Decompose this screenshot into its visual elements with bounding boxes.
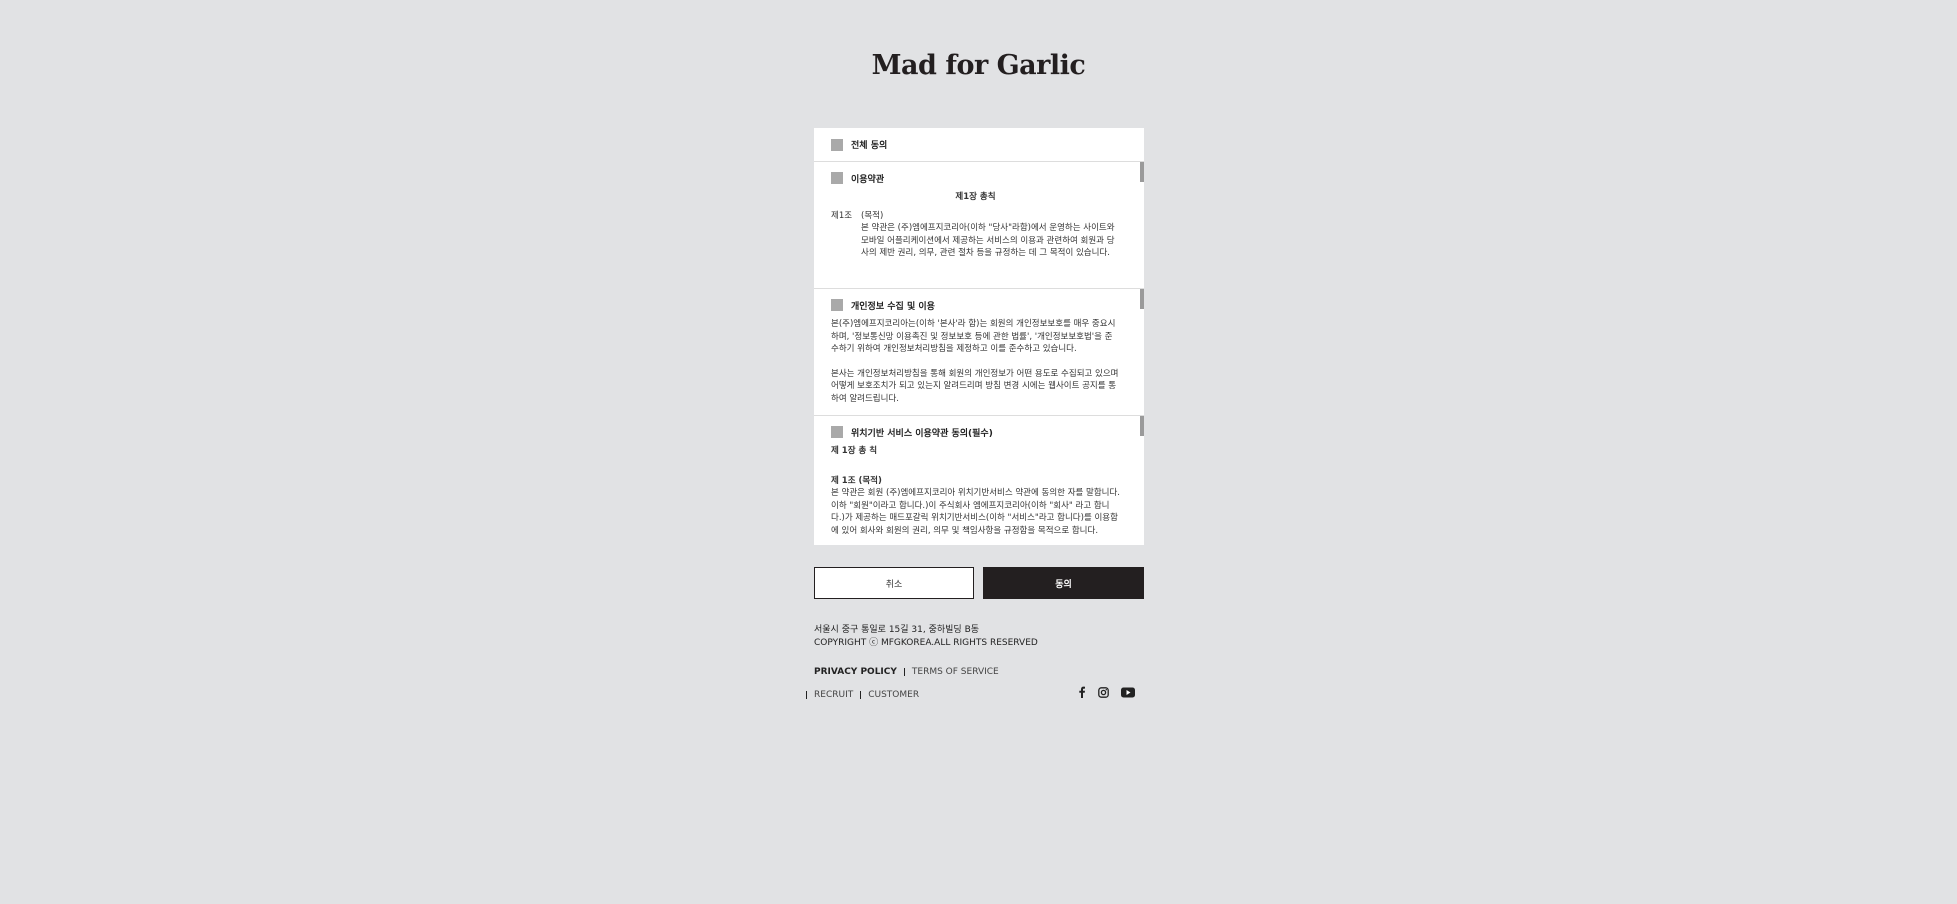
privacy-paragraph-1: 본(주)엠에프지코리아는(이하 '본사'라 함)는 회원의 개인정보보호를 매우… xyxy=(831,319,1116,354)
cancel-button[interactable]: 취소 xyxy=(814,567,974,599)
location-body: 본 약관은 회원 (주)엠에프지코리아 위치기반서비스 약관에 동의한 자를 말… xyxy=(831,488,1121,536)
terms-article-number: 제1조 xyxy=(831,210,853,221)
terms-scrollbar[interactable] xyxy=(1140,162,1144,182)
terms-of-service-link[interactable]: TERMS OF SERVICE xyxy=(912,667,999,677)
link-divider xyxy=(903,668,905,676)
footer-links-primary: PRIVACY POLICY TERMS OF SERVICE xyxy=(814,667,999,677)
location-chapter: 제 1장 총 칙 xyxy=(831,446,878,456)
footer-copyright: COPYRIGHT ⓒ MFGKOREA.ALL RIGHTS RESERVED xyxy=(814,638,1038,648)
privacy-title: 개인정보 수집 및 이용 xyxy=(851,301,935,312)
terms-body: 본 약관은 (주)엠에프지코리아(이하 "당사"라함)에서 운영하는 사이트와 … xyxy=(861,223,1115,258)
terms-article-title: (목적) xyxy=(861,210,884,221)
agree-all-checkbox[interactable] xyxy=(831,138,843,151)
location-checkbox[interactable] xyxy=(831,426,843,438)
customer-link[interactable]: CUSTOMER xyxy=(868,690,919,700)
recruit-link[interactable]: RECRUIT xyxy=(814,690,853,700)
youtube-icon[interactable] xyxy=(1121,687,1135,698)
footer-links-secondary: RECRUIT CUSTOMER xyxy=(806,690,919,700)
terms-section[interactable]: 이용약관 제1장 총칙 제1조 (목적) 본 약관은 (주)엠에프지코리아(이하… xyxy=(814,162,1144,289)
privacy-checkbox[interactable] xyxy=(831,299,843,311)
terms-checkbox[interactable] xyxy=(831,172,843,184)
privacy-policy-link[interactable]: PRIVACY POLICY xyxy=(814,667,897,677)
location-section[interactable]: 위치기반 서비스 이용약관 동의(필수) 제 1장 총 칙 제 1조 (목적) … xyxy=(814,416,1144,543)
footer-address: 서울시 중구 통일로 15길 31, 중하빌딩 B동 xyxy=(814,625,980,635)
terms-chapter: 제1장 총칙 xyxy=(955,192,996,202)
link-divider xyxy=(806,691,807,699)
instagram-icon[interactable] xyxy=(1098,686,1109,698)
social-links xyxy=(1078,686,1135,698)
location-article: 제 1조 (목적) xyxy=(831,475,882,486)
brand-logo[interactable]: Mad for Garlic xyxy=(0,50,1957,81)
privacy-paragraph-2: 본사는 개인정보처리방침을 통해 회원의 개인정보가 어떤 용도로 수집되고 있… xyxy=(831,368,1119,404)
terms-title: 이용약관 xyxy=(851,174,885,185)
agree-button[interactable]: 동의 xyxy=(983,567,1144,599)
facebook-icon[interactable] xyxy=(1078,686,1086,698)
location-scrollbar[interactable] xyxy=(1140,416,1144,436)
privacy-scrollbar[interactable] xyxy=(1140,289,1144,309)
consent-panel: 전체 동의 이용약관 제1장 총칙 제1조 (목적) 본 약관은 (주)엠에프지… xyxy=(814,128,1144,545)
link-divider xyxy=(860,691,862,699)
agree-all-label: 전체 동의 xyxy=(851,141,888,151)
footer-info: 서울시 중구 통일로 15길 31, 중하빌딩 B동 COPYRIGHT ⓒ M… xyxy=(814,624,1038,650)
privacy-section[interactable]: 개인정보 수집 및 이용 본(주)엠에프지코리아는(이하 '본사'라 함)는 회… xyxy=(814,289,1144,416)
location-title: 위치기반 서비스 이용약관 동의(필수) xyxy=(851,428,993,439)
agree-all-row[interactable]: 전체 동의 xyxy=(814,128,1144,162)
